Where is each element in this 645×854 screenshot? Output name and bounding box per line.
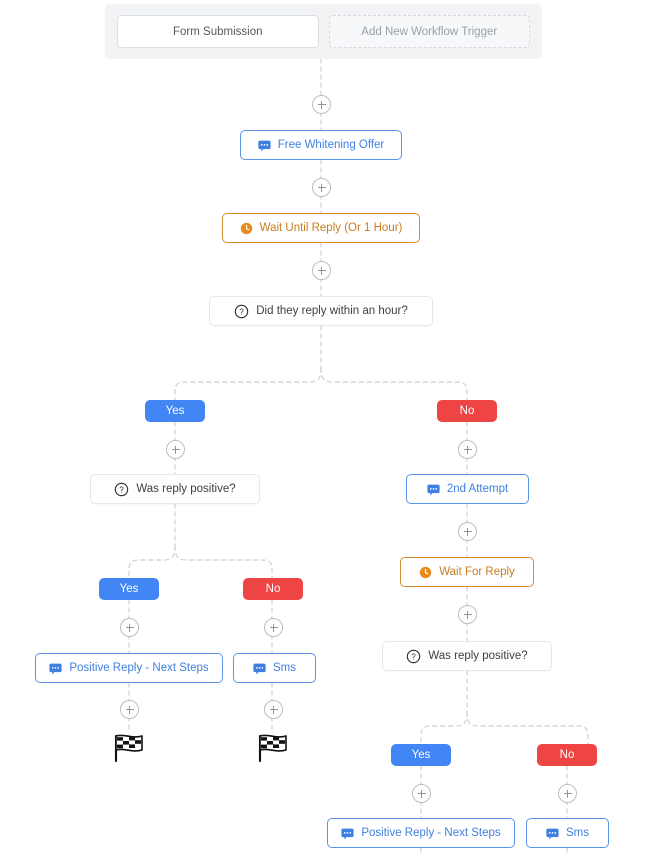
branch-badge-no-right[interactable]: No xyxy=(537,744,597,766)
node-was-reply-positive-left[interactable]: ? Was reply positive? xyxy=(90,474,260,504)
node-label: 2nd Attempt xyxy=(446,483,509,495)
add-step-button[interactable] xyxy=(264,700,283,719)
add-step-button[interactable] xyxy=(264,618,283,637)
branch-badge-yes-right[interactable]: Yes xyxy=(391,744,451,766)
add-step-button[interactable] xyxy=(412,784,431,803)
trigger-panel: Form Submission Add New Workflow Trigger xyxy=(105,4,542,59)
node-positive-reply-next-steps-right[interactable]: Positive Reply - Next Steps xyxy=(327,818,515,848)
checkered-flag-icon xyxy=(256,733,290,763)
sms-icon xyxy=(253,662,266,675)
add-step-button[interactable] xyxy=(312,95,331,114)
node-wait-for-reply[interactable]: Wait For Reply xyxy=(400,557,534,587)
node-label: Sms xyxy=(273,662,296,674)
add-step-button[interactable] xyxy=(558,784,577,803)
trigger-form-submission[interactable]: Form Submission xyxy=(117,15,319,48)
sms-icon xyxy=(546,827,559,840)
connector-lines xyxy=(128,58,589,854)
add-step-button[interactable] xyxy=(312,261,331,280)
question-icon: ? xyxy=(406,649,421,664)
svg-text:?: ? xyxy=(240,307,245,316)
add-step-button[interactable] xyxy=(312,178,331,197)
svg-text:?: ? xyxy=(412,652,417,661)
node-label: Was reply positive? xyxy=(428,650,528,662)
node-wait-until-reply[interactable]: Wait Until Reply (Or 1 Hour) xyxy=(222,213,420,243)
node-sms-right[interactable]: Sms xyxy=(526,818,609,848)
clock-icon xyxy=(240,222,253,235)
sms-icon xyxy=(341,827,354,840)
clock-icon xyxy=(419,566,432,579)
sms-icon xyxy=(49,662,62,675)
node-label: Positive Reply - Next Steps xyxy=(69,662,209,674)
node-label: Free Whitening Offer xyxy=(277,139,385,151)
branch-badge-no-left[interactable]: No xyxy=(243,578,303,600)
question-icon: ? xyxy=(234,304,249,319)
add-step-button[interactable] xyxy=(120,618,139,637)
add-new-workflow-trigger-button[interactable]: Add New Workflow Trigger xyxy=(328,15,530,48)
question-icon: ? xyxy=(114,482,129,497)
sms-icon xyxy=(427,483,440,496)
node-label: Positive Reply - Next Steps xyxy=(361,827,501,839)
node-did-they-reply-within-an-hour[interactable]: ? Did they reply within an hour? xyxy=(209,296,433,326)
node-was-reply-positive-right[interactable]: ? Was reply positive? xyxy=(382,641,552,671)
add-step-button[interactable] xyxy=(458,522,477,541)
node-label: Wait Until Reply (Or 1 Hour) xyxy=(259,222,403,234)
workflow-canvas: Form Submission Add New Workflow Trigger… xyxy=(0,0,645,854)
node-label: Was reply positive? xyxy=(136,483,236,495)
add-step-button[interactable] xyxy=(166,440,185,459)
add-step-button[interactable] xyxy=(120,700,139,719)
add-step-button[interactable] xyxy=(458,605,477,624)
node-label: Wait For Reply xyxy=(439,566,515,578)
add-step-button[interactable] xyxy=(458,440,477,459)
node-free-whitening-offer[interactable]: Free Whitening Offer xyxy=(240,130,402,160)
branch-badge-yes-root[interactable]: Yes xyxy=(145,400,205,422)
node-2nd-attempt[interactable]: 2nd Attempt xyxy=(406,474,529,504)
node-label: Did they reply within an hour? xyxy=(256,305,408,317)
svg-text:?: ? xyxy=(120,485,125,494)
node-positive-reply-next-steps-left[interactable]: Positive Reply - Next Steps xyxy=(35,653,223,683)
sms-icon xyxy=(258,139,271,152)
branch-badge-yes-left[interactable]: Yes xyxy=(99,578,159,600)
checkered-flag-icon xyxy=(112,733,146,763)
node-label: Sms xyxy=(566,827,589,839)
node-sms-left[interactable]: Sms xyxy=(233,653,316,683)
branch-badge-no-root[interactable]: No xyxy=(437,400,497,422)
